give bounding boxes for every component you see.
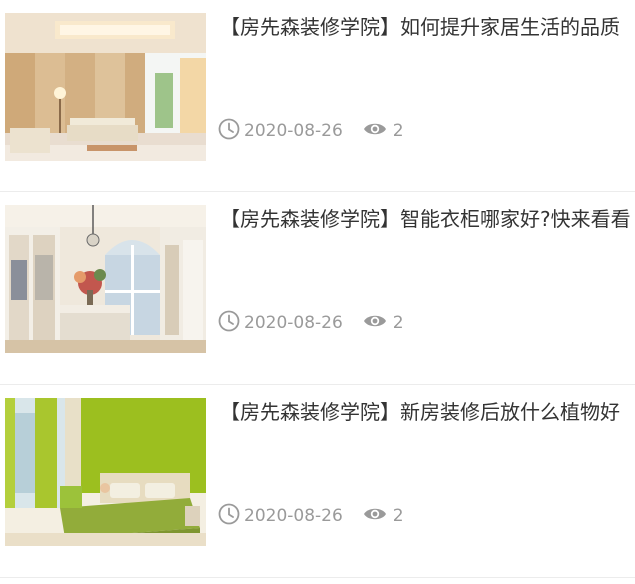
eye-icon [363, 505, 387, 528]
article-title[interactable]: 【房先森装修学院】智能衣柜哪家好?快来看看 [220, 204, 634, 234]
article-thumbnail[interactable] [5, 13, 206, 161]
clock-icon [218, 118, 240, 145]
clock-icon [218, 503, 240, 530]
article-thumbnail[interactable] [5, 398, 206, 546]
article-title[interactable]: 【房先森装修学院】如何提升家居生活的品质 [220, 12, 634, 42]
list-item[interactable]: 【房先森装修学院】如何提升家居生活的品质 2020-08-26 2 [0, 0, 635, 192]
article-meta: 2020-08-26 2 [218, 503, 404, 529]
view-count: 2 [392, 506, 404, 526]
article-date: 2020-08-26 [244, 506, 343, 526]
list-item[interactable]: 【房先森装修学院】新房装修后放什么植物好 2020-08-26 2 [0, 385, 635, 578]
living-room-image [5, 13, 206, 161]
article-date: 2020-08-26 [244, 313, 343, 333]
walk-in-closet-image [5, 205, 206, 353]
article-thumbnail[interactable] [5, 205, 206, 353]
view-count: 2 [392, 313, 404, 333]
clock-icon [218, 310, 240, 337]
article-title[interactable]: 【房先森装修学院】新房装修后放什么植物好 [220, 397, 634, 427]
view-count: 2 [392, 121, 404, 141]
green-bedroom-image [5, 398, 206, 546]
eye-icon [363, 120, 387, 143]
article-meta: 2020-08-26 2 [218, 310, 404, 336]
article-date: 2020-08-26 [244, 121, 343, 141]
eye-icon [363, 312, 387, 335]
list-item[interactable]: 【房先森装修学院】智能衣柜哪家好?快来看看 2020-08-26 2 [0, 192, 635, 385]
article-list: 【房先森装修学院】如何提升家居生活的品质 2020-08-26 2 【房先森装修… [0, 0, 635, 578]
article-meta: 2020-08-26 2 [218, 118, 404, 144]
